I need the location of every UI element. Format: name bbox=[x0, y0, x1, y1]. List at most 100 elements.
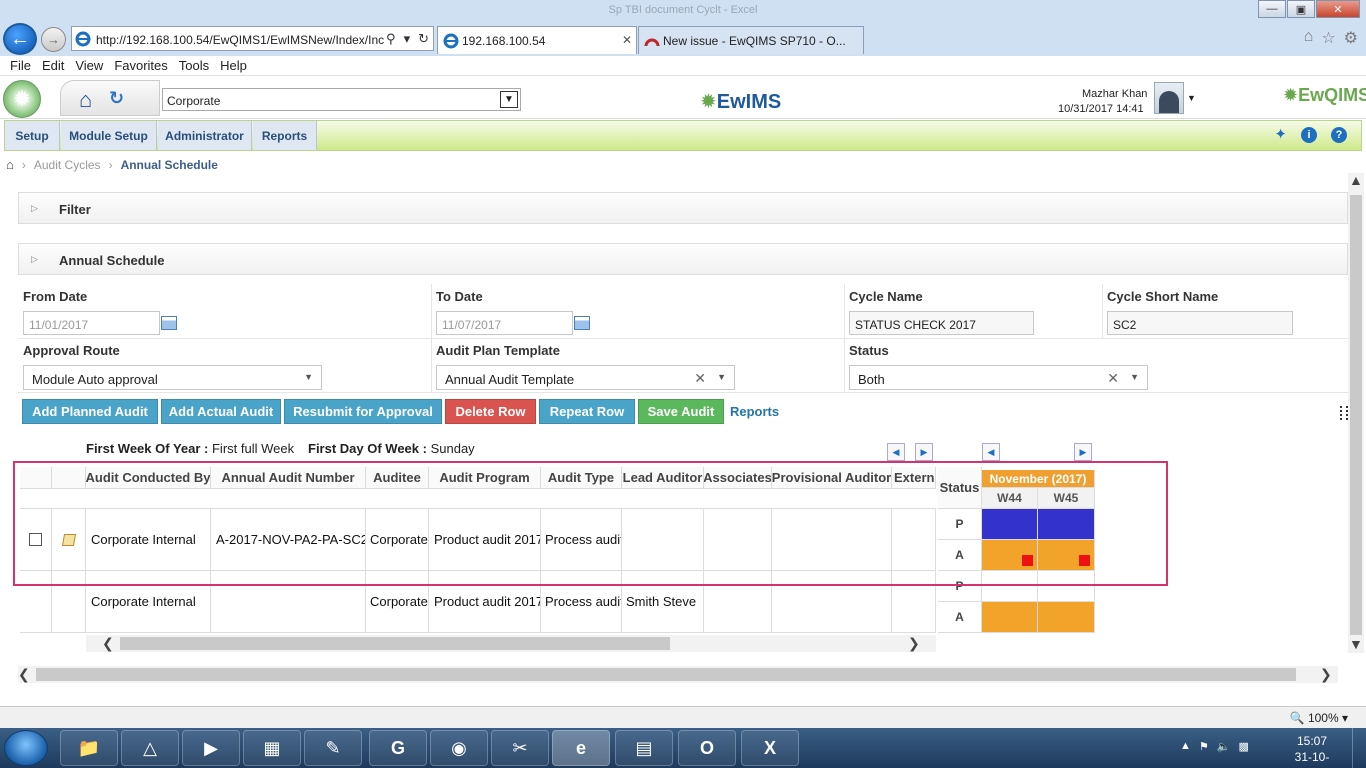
explorer-icon[interactable]: 📁 bbox=[60, 730, 118, 766]
excel-icon[interactable]: X bbox=[741, 730, 799, 766]
repeat-row-button[interactable]: Repeat Row bbox=[539, 399, 635, 424]
annual-schedule-panel-header[interactable]: ▷ Annual Schedule bbox=[18, 243, 1348, 275]
reports-link[interactable]: Reports bbox=[730, 404, 779, 419]
save-audit-button[interactable]: Save Audit bbox=[638, 399, 724, 424]
grid-next-icon[interactable]: ▶ bbox=[915, 443, 933, 461]
close-window-button[interactable]: ✕ bbox=[1316, 0, 1360, 18]
column-header[interactable]: Audit Conducted By bbox=[86, 467, 211, 489]
menu-tools[interactable]: Tools bbox=[179, 56, 216, 75]
clear-icon[interactable]: ✕ bbox=[1107, 370, 1119, 387]
chrome-icon[interactable]: ◉ bbox=[430, 730, 488, 766]
page-hscroll-thumb[interactable] bbox=[36, 668, 1296, 681]
clear-icon[interactable]: ✕ bbox=[694, 370, 706, 387]
add-actual-audit-button[interactable]: Add Actual Audit bbox=[161, 399, 281, 424]
refresh-icon[interactable]: ↻ bbox=[418, 31, 429, 47]
media-player-icon[interactable]: ▶ bbox=[182, 730, 240, 766]
column-chooser-icon[interactable] bbox=[1340, 406, 1348, 420]
nav-reports[interactable]: Reports bbox=[253, 121, 317, 150]
planned-week-cell[interactable] bbox=[982, 509, 1038, 540]
approval-route-select[interactable]: Module Auto approval ▼ bbox=[23, 365, 322, 390]
home-icon[interactable]: ⌂ bbox=[6, 157, 14, 172]
column-header[interactable]: Provisional Auditor bbox=[772, 467, 892, 489]
menu-view[interactable]: View bbox=[75, 56, 110, 75]
actual-week-cell[interactable] bbox=[1038, 602, 1095, 633]
home-icon[interactable]: ⌂ bbox=[79, 87, 92, 113]
menu-edit[interactable]: Edit bbox=[42, 56, 71, 75]
menu-favorites[interactable]: Favorites bbox=[114, 56, 174, 75]
grid-prev-icon[interactable]: ◀ bbox=[887, 443, 905, 461]
planned-week-cell[interactable] bbox=[1038, 509, 1095, 540]
actual-week-cell[interactable] bbox=[982, 602, 1038, 633]
tab-inactive[interactable]: New issue - EwQIMS SP710 - O... bbox=[638, 26, 864, 54]
column-header[interactable]: Annual Audit Number bbox=[211, 467, 366, 489]
column-header[interactable]: Associates bbox=[704, 467, 772, 489]
scroll-up-icon[interactable]: ▲ bbox=[1349, 172, 1363, 188]
zoom-level[interactable]: 🔍 100% ▾ bbox=[1290, 711, 1348, 725]
home-icon[interactable]: ⌂ bbox=[1304, 28, 1314, 48]
snipping-tool-icon[interactable]: ✂ bbox=[491, 730, 549, 766]
help-icon[interactable]: ? bbox=[1331, 127, 1347, 143]
delete-row-button[interactable]: Delete Row bbox=[445, 399, 536, 424]
greenshot-icon[interactable]: G bbox=[369, 730, 427, 766]
nav-setup[interactable]: Setup bbox=[5, 121, 60, 150]
edit-icon[interactable] bbox=[61, 533, 76, 546]
row-checkbox[interactable] bbox=[29, 533, 42, 546]
settings-gear-icon[interactable]: ⚙ bbox=[1344, 28, 1358, 48]
audit-plan-template-select[interactable]: Annual Audit Template ✕ ▼ bbox=[436, 365, 735, 390]
nav-module-setup[interactable]: Module Setup bbox=[61, 121, 157, 150]
breadcrumb-audit-cycles[interactable]: Audit Cycles bbox=[34, 158, 101, 172]
maximize-button[interactable]: ▣ bbox=[1287, 0, 1315, 18]
planned-week-cell[interactable] bbox=[1038, 571, 1095, 602]
minimize-button[interactable]: — bbox=[1258, 0, 1286, 18]
chevron-down-icon[interactable]: ▼ bbox=[717, 372, 726, 382]
add-planned-audit-button[interactable]: Add Planned Audit bbox=[22, 399, 158, 424]
dropdown-icon[interactable]: ▾ bbox=[404, 31, 411, 47]
clock[interactable]: 15:07 31-10-2017 bbox=[1282, 733, 1342, 768]
ie-icon[interactable]: e bbox=[552, 730, 610, 766]
scroll-left-icon[interactable]: ❮ bbox=[18, 666, 30, 683]
back-button[interactable]: ← bbox=[3, 23, 37, 55]
page-vscroll-thumb[interactable] bbox=[1350, 195, 1362, 635]
from-date-input[interactable]: 11/01/2017 bbox=[23, 311, 160, 335]
pin-icon[interactable]: ✦ bbox=[1274, 127, 1287, 143]
refresh-icon[interactable]: ↻ bbox=[109, 88, 124, 109]
actual-week-cell[interactable] bbox=[1038, 540, 1095, 571]
chart-app-icon[interactable]: ▦ bbox=[243, 730, 301, 766]
chevron-down-icon[interactable]: ▼ bbox=[304, 372, 313, 382]
volume-icon[interactable]: 🔈 bbox=[1217, 740, 1231, 753]
scroll-right-icon[interactable]: ❯ bbox=[1320, 666, 1332, 683]
network-icon[interactable]: ▩ bbox=[1238, 740, 1248, 753]
cycle-name-input[interactable]: STATUS CHECK 2017 bbox=[849, 311, 1034, 335]
tray-up-icon[interactable]: ▲ bbox=[1180, 740, 1191, 753]
paint-icon[interactable]: ✎ bbox=[304, 730, 362, 766]
avatar[interactable] bbox=[1154, 82, 1184, 114]
tab-active[interactable]: 192.168.100.54 ✕ bbox=[437, 26, 637, 54]
column-header[interactable]: External bbox=[892, 467, 936, 489]
calendar-icon[interactable] bbox=[161, 316, 177, 330]
info-icon[interactable]: i bbox=[1301, 127, 1317, 143]
close-tab-icon[interactable]: ✕ bbox=[622, 33, 632, 47]
flag-icon[interactable]: ⚑ bbox=[1199, 740, 1209, 753]
organization-select[interactable]: Corporate ▼ bbox=[162, 88, 521, 111]
scroll-left-icon[interactable]: ❮ bbox=[102, 635, 114, 652]
filter-panel-header[interactable]: ▷ Filter bbox=[18, 192, 1348, 224]
status-select[interactable]: Both ✕ ▼ bbox=[849, 365, 1148, 390]
to-date-input[interactable]: 11/07/2017 bbox=[436, 311, 573, 335]
outlook-icon[interactable]: O bbox=[678, 730, 736, 766]
calendar-icon[interactable] bbox=[574, 316, 590, 330]
vlc-icon[interactable]: △ bbox=[121, 730, 179, 766]
favorites-star-icon[interactable]: ☆ bbox=[1321, 28, 1335, 48]
forward-button[interactable]: → bbox=[41, 27, 66, 52]
menu-help[interactable]: Help bbox=[220, 56, 254, 75]
actual-week-cell[interactable] bbox=[982, 540, 1038, 571]
column-header[interactable]: Audit Program bbox=[429, 467, 541, 489]
resubmit-for-approval-button[interactable]: Resubmit for Approval bbox=[284, 399, 442, 424]
search-icon[interactable]: ⚲ bbox=[386, 31, 396, 47]
caret-down-icon[interactable]: ▼ bbox=[1187, 93, 1196, 103]
planned-week-cell[interactable] bbox=[982, 571, 1038, 602]
grid-hscroll-thumb[interactable] bbox=[120, 637, 670, 650]
address-bar[interactable]: http://192.168.100.54/EwQIMS1/EwIMSNew/I… bbox=[71, 26, 434, 51]
show-desktop-button[interactable] bbox=[1352, 728, 1366, 768]
chevron-down-icon[interactable]: ▼ bbox=[500, 91, 518, 108]
scroll-right-icon[interactable]: ❯ bbox=[908, 635, 920, 652]
